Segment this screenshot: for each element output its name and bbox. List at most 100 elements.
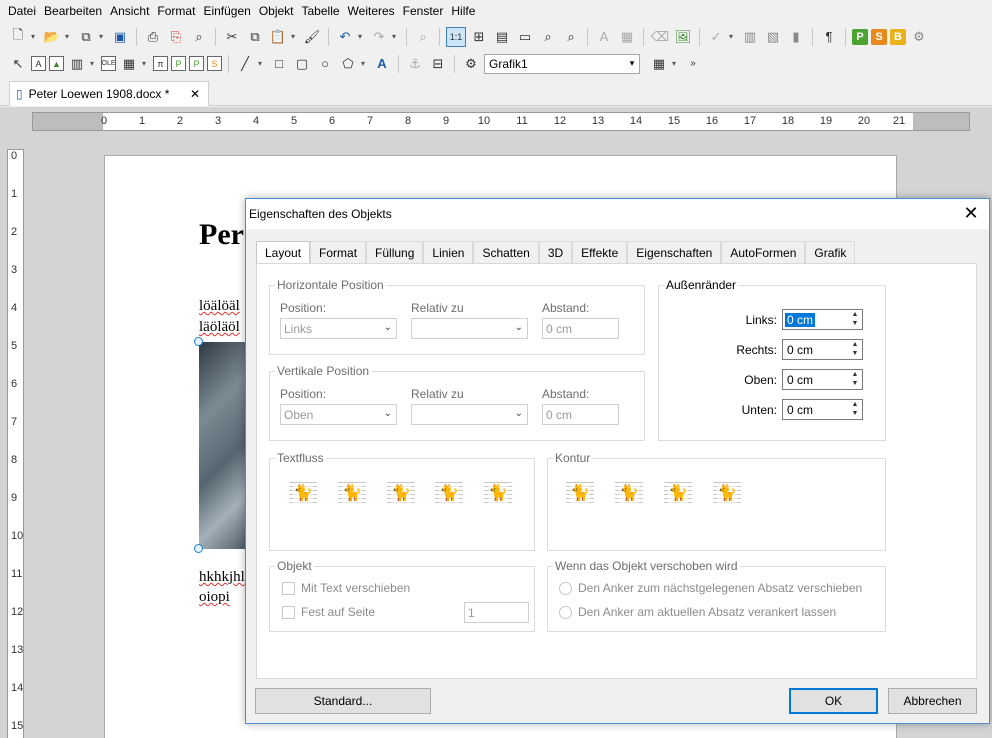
insert-picture-icon[interactable]: ▲ (49, 56, 64, 71)
formula-icon[interactable]: π (153, 56, 168, 71)
margin-top-spinner[interactable]: 0 cm ▲ ▼ (782, 369, 863, 390)
borders-icon[interactable]: ▦ (649, 54, 669, 74)
templates-icon[interactable]: ⧉ (76, 27, 96, 47)
h-relative-select[interactable]: ⌄ (411, 318, 528, 339)
tab-effects[interactable]: Effekte (572, 241, 628, 263)
cut-icon[interactable]: ✂ (222, 27, 242, 47)
insert-object-icon[interactable]: ▧ (763, 27, 783, 47)
insert-field-icon[interactable]: ▦ (617, 27, 637, 47)
original-size-icon[interactable]: 1:1 (446, 26, 466, 47)
copy-icon[interactable]: ⧉ (245, 27, 265, 47)
tab-graphic[interactable]: Grafik (805, 241, 856, 263)
menu-bearbeiten[interactable]: Bearbeiten (40, 4, 106, 18)
contour-option-cat-icon[interactable]: 🐈 (664, 479, 692, 506)
document-paragraph[interactable]: löälöäl (199, 298, 240, 315)
wrap-none-cat-icon[interactable]: 🐈 (289, 479, 317, 506)
insert-frame-icon[interactable]: ▮ (786, 27, 806, 47)
new-dropdown-icon[interactable]: ▾ (31, 32, 39, 41)
spin-down-icon[interactable]: ▼ (849, 320, 861, 329)
menu-fenster[interactable]: Fenster (399, 4, 448, 18)
anchor-keep-radio[interactable]: Den Anker am aktuellen Absatz verankert … (559, 605, 836, 619)
extension-gear-icon[interactable]: ⚙ (909, 27, 929, 47)
spin-up-icon[interactable]: ▲ (849, 341, 861, 350)
resize-handle[interactable] (194, 544, 203, 553)
redo-dropdown-icon[interactable]: ▾ (392, 32, 400, 41)
wrap-parallel-cat-icon[interactable]: 🐈 (484, 479, 512, 506)
extension-b-icon[interactable]: B (890, 28, 906, 45)
margin-right-spinner[interactable]: 0 cm ▲ ▼ (782, 339, 863, 360)
clone-formatting-icon[interactable]: 🖌 (302, 27, 322, 47)
spin-up-icon[interactable]: ▲ (849, 371, 861, 380)
cancel-button[interactable]: Abbrechen (888, 688, 977, 714)
ellipse-icon[interactable]: ○ (315, 54, 335, 74)
spinner-buttons[interactable]: ▲ ▼ (849, 341, 861, 358)
menu-ansicht[interactable]: Ansicht (106, 4, 153, 18)
menu-weiteres[interactable]: Weiteres (344, 4, 399, 18)
new-document-icon[interactable]: 🗋 (8, 27, 28, 47)
clear-formatting-icon[interactable]: ⌫ (650, 27, 670, 47)
extension-s-small-icon[interactable]: S (207, 56, 222, 71)
spin-down-icon[interactable]: ▼ (849, 350, 861, 359)
chevron-down-icon[interactable]: ▾ (625, 58, 639, 69)
tab-lines[interactable]: Linien (423, 241, 474, 263)
image-dialog-icon[interactable]: ▤ (492, 27, 512, 47)
v-distance-input[interactable]: 0 cm (542, 404, 619, 425)
contour-option-cat-icon[interactable]: 🐈 (615, 479, 643, 506)
spin-down-icon[interactable]: ▼ (849, 410, 861, 419)
document-tab[interactable]: ▯ Peter Loewen 1908.docx * ✕ (9, 81, 209, 106)
properties-icon[interactable]: ⚙ (461, 54, 481, 74)
extension-p-icon[interactable]: P (852, 28, 868, 45)
spinner-buttons[interactable]: ▲ ▼ (849, 401, 861, 418)
document-heading[interactable]: Per (199, 218, 244, 252)
extension-p-small-icon[interactable]: P (171, 56, 186, 71)
document-paragraph[interactable]: oiopi (199, 589, 230, 606)
undo-icon[interactable]: ↶ (335, 27, 355, 47)
page-number-spinner[interactable]: 1 (464, 602, 529, 623)
anchor-icon[interactable]: ⚓ (405, 54, 425, 74)
ole-object-icon[interactable]: OLE (101, 56, 116, 71)
redo-icon[interactable]: ↷ (369, 27, 389, 47)
insert-image-icon[interactable]: 🖼 (673, 27, 693, 47)
spinner-buttons[interactable]: ▲ ▼ (849, 371, 861, 388)
ok-button[interactable]: OK (789, 688, 878, 714)
wrap-through-cat-icon[interactable]: 🐈 (435, 479, 463, 506)
tab-layout[interactable]: Layout (256, 241, 311, 264)
standard-button[interactable]: Standard... (255, 688, 431, 714)
text-box-icon[interactable]: A (594, 27, 614, 47)
print-icon[interactable]: ⎙ (143, 27, 163, 47)
margin-left-spinner[interactable]: 0 cm ▲ ▼ (782, 309, 863, 330)
document-paragraph[interactable]: hkhkjhl (199, 569, 245, 586)
h-distance-input[interactable]: 0 cm (542, 318, 619, 339)
insert-chart-icon[interactable]: ▥ (740, 27, 760, 47)
line-dropdown-icon[interactable]: ▾ (258, 59, 266, 68)
spin-up-icon[interactable]: ▲ (849, 311, 861, 320)
spin-up-icon[interactable]: ▲ (849, 401, 861, 410)
resize-handle[interactable] (194, 337, 203, 346)
select-pointer-icon[interactable]: ↖ (8, 54, 28, 74)
dialog-title-bar[interactable]: Eigenschaften des Objekts (246, 199, 989, 229)
spin-down-icon[interactable]: ▼ (849, 380, 861, 389)
close-icon[interactable]: ✕ (961, 203, 981, 223)
align-icon[interactable]: ⊟ (428, 54, 448, 74)
document-paragraph[interactable]: läöläöl (199, 319, 240, 336)
checkbox-box[interactable] (282, 605, 295, 619)
open-icon[interactable]: 📂 (42, 27, 62, 47)
rectangle-icon[interactable]: □ (269, 54, 289, 74)
anchor-nearest-radio[interactable]: Den Anker zum nächstgelegenen Absatz ver… (559, 581, 862, 595)
wrap-right-cat-icon[interactable]: 🐈 (387, 479, 415, 506)
zoom-icon[interactable]: ⌕ (538, 27, 558, 47)
spellcheck-dropdown-icon[interactable]: ▾ (729, 32, 737, 41)
rounded-rectangle-icon[interactable]: ▢ (292, 54, 312, 74)
v-relative-select[interactable]: ⌄ (411, 404, 528, 425)
save-icon[interactable]: ▣ (110, 27, 130, 47)
fontwork-icon[interactable]: A (372, 54, 392, 74)
shapes-dropdown-icon[interactable]: ▾ (361, 59, 369, 68)
export-pdf-icon[interactable]: ⎘ (166, 27, 186, 47)
tab-shadow[interactable]: Schatten (473, 241, 539, 263)
menu-format[interactable]: Format (153, 4, 199, 18)
menu-einfuegen[interactable]: Einfügen (199, 4, 254, 18)
more-options-icon[interactable]: » (683, 54, 703, 74)
fixed-on-page-checkbox[interactable]: Fest auf Seite (282, 605, 375, 619)
find-replace-icon[interactable]: ⌕ (413, 27, 433, 47)
templates-dropdown-icon[interactable]: ▾ (99, 32, 107, 41)
